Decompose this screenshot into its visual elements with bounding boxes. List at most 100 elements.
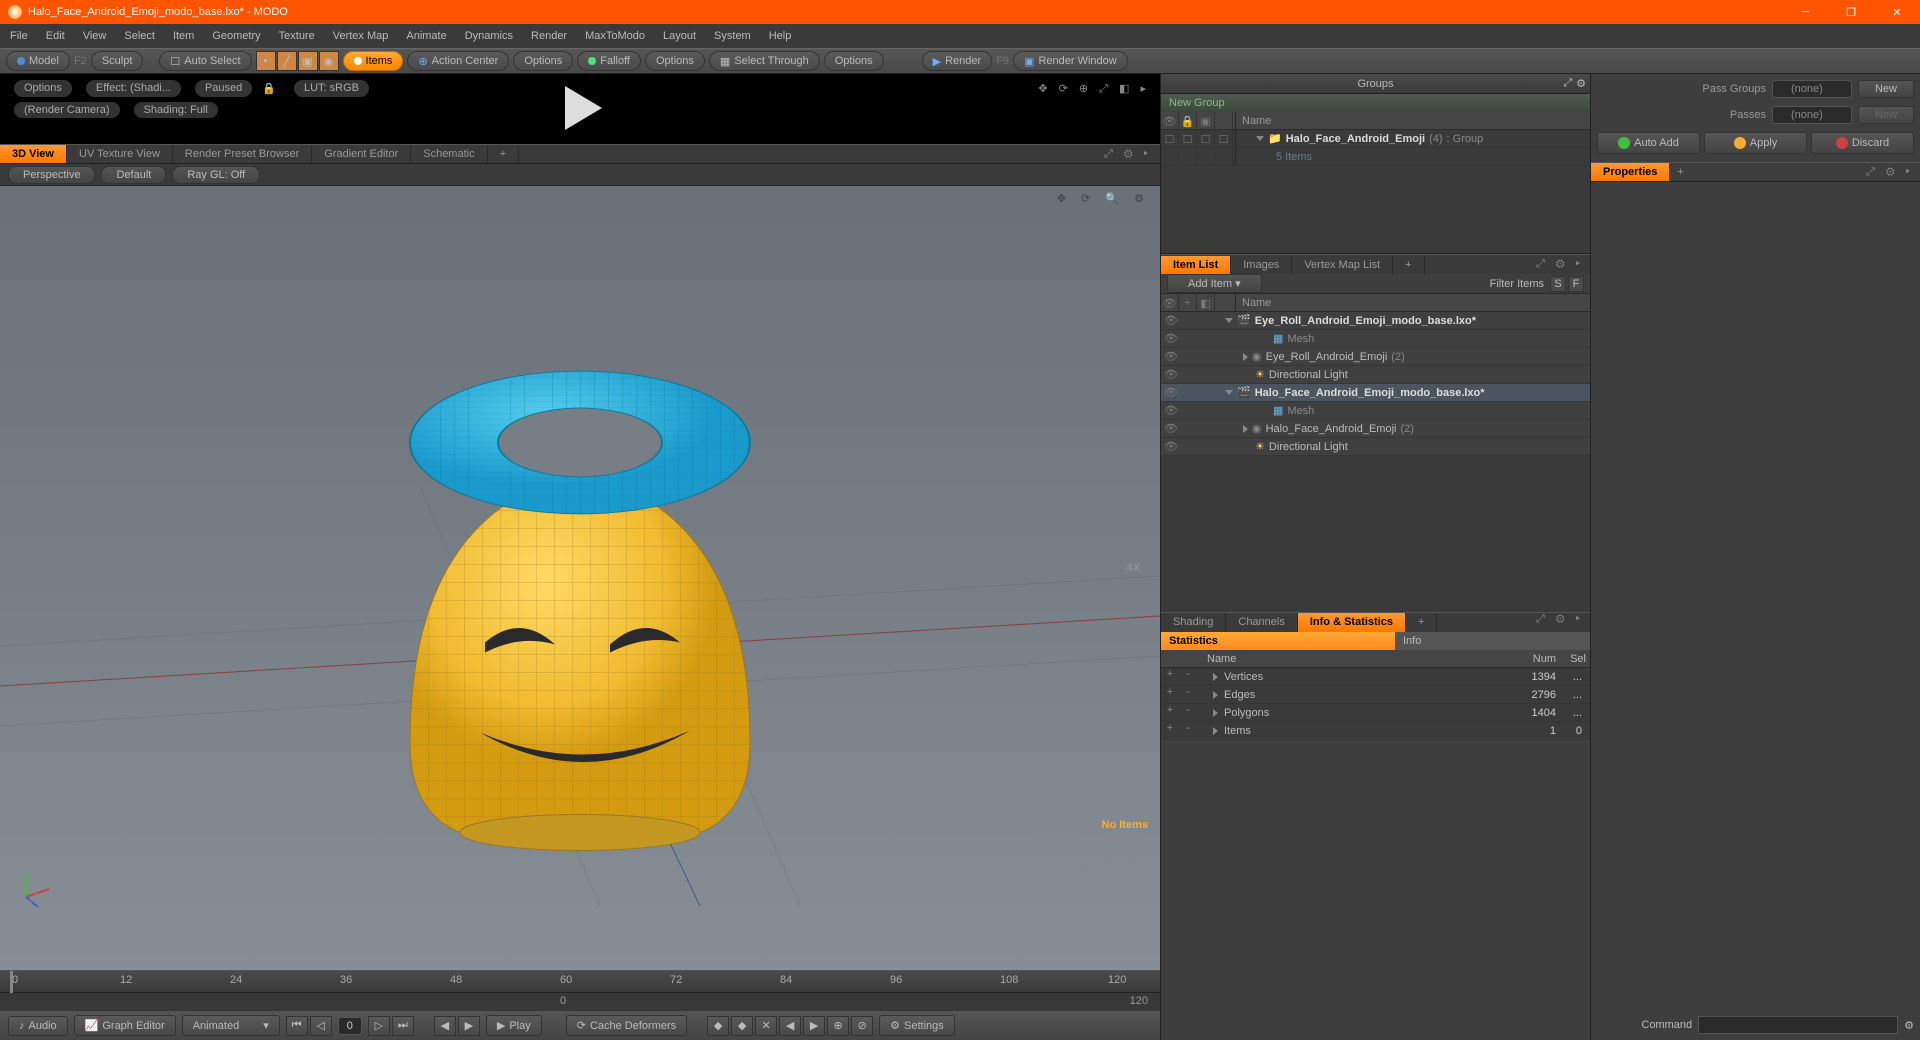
menu-view[interactable]: View	[83, 30, 107, 42]
item-row[interactable]: 👁☀Directional Light	[1161, 366, 1590, 384]
menu-file[interactable]: File	[10, 30, 28, 42]
color-col-icon[interactable]: ◧	[1197, 294, 1215, 312]
command-input[interactable]	[1698, 1016, 1898, 1034]
item-row[interactable]: 👁▦Mesh	[1161, 402, 1590, 420]
settings-button[interactable]: ⚙Settings	[879, 1015, 955, 1036]
additem-dropdown[interactable]: Add Item ▾	[1167, 274, 1262, 293]
view-raygl[interactable]: Ray GL: Off	[172, 166, 260, 184]
stat-row[interactable]: +-Items10	[1161, 722, 1590, 740]
menu-texture[interactable]: Texture	[279, 30, 315, 42]
material-mode-icon[interactable]: ◉	[319, 51, 339, 71]
close-button[interactable]: ✕	[1874, 0, 1920, 24]
selectthrough-button[interactable]: ▦Select Through	[709, 51, 820, 71]
animated-dropdown[interactable]: Animated▾	[182, 1015, 280, 1036]
view-default[interactable]: Default	[101, 166, 166, 184]
axis-widget[interactable]	[14, 869, 54, 912]
preview-lut[interactable]: LUT: sRGB	[294, 80, 369, 97]
menu-render[interactable]: Render	[531, 30, 567, 42]
tab-properties[interactable]: Properties	[1591, 163, 1669, 181]
tab-add[interactable]: +	[1669, 163, 1691, 181]
tab-add[interactable]: +	[1406, 613, 1437, 632]
menu-layout[interactable]: Layout	[663, 30, 696, 42]
autoselect-button[interactable]: ☐Auto Select	[159, 51, 251, 71]
items-button[interactable]: Items	[343, 51, 404, 71]
frame-input[interactable]: 0	[338, 1017, 362, 1035]
command-gear-icon[interactable]: ⚙	[1904, 1019, 1914, 1032]
preview-effect[interactable]: Effect: (Shadi...	[86, 80, 181, 97]
tab-infostats[interactable]: Info & Statistics	[1298, 613, 1406, 632]
stat-row[interactable]: +-Polygons1404...	[1161, 704, 1590, 722]
autoadd-button[interactable]: Auto Add	[1597, 132, 1700, 154]
3d-viewport[interactable]: ✥ ⟳ 🔍 ⚙	[0, 186, 1160, 970]
preview-camera[interactable]: (Render Camera)	[14, 102, 120, 118]
preview-toolbar-icons[interactable]: ✥ ⟳ ⊕ ⤢ ◧ ▸	[1038, 82, 1150, 96]
prop-icons[interactable]: ⤢ ⚙ ▸	[1860, 163, 1920, 181]
menu-item[interactable]: Item	[173, 30, 194, 42]
key-icon[interactable]: ◆	[707, 1016, 729, 1036]
passes-new[interactable]: New	[1858, 106, 1914, 124]
component-mode-icons[interactable]: ▪ ╱ ▣ ◉	[256, 51, 339, 71]
menu-select[interactable]: Select	[124, 30, 155, 42]
cachedeformers-button[interactable]: ⟳Cache Deformers	[566, 1015, 687, 1036]
expand-icon[interactable]: ⤢	[1563, 77, 1572, 90]
item-row[interactable]: 👁▦Mesh	[1161, 330, 1590, 348]
stat-row[interactable]: +-Edges2796...	[1161, 686, 1590, 704]
tab-itemlist[interactable]: Item List	[1161, 256, 1231, 274]
item-row[interactable]: 👁☀Directional Light	[1161, 438, 1590, 456]
itemlist-col-name[interactable]: Name	[1236, 294, 1590, 311]
discard-button[interactable]: Discard	[1811, 132, 1914, 154]
play-controls[interactable]: ◀▶	[434, 1016, 480, 1036]
edge-mode-icon[interactable]: ╱	[277, 51, 297, 71]
filter-f[interactable]: F	[1568, 276, 1584, 292]
passgroups-dropdown[interactable]: (none)	[1772, 80, 1852, 98]
menu-vertexmap[interactable]: Vertex Map	[333, 30, 389, 42]
renderwindow-button[interactable]: ▣Render Window	[1013, 51, 1128, 71]
vertex-mode-icon[interactable]: ▪	[256, 51, 276, 71]
play-button[interactable]: ▶Play	[486, 1015, 542, 1036]
lock-col-icon[interactable]: 🔒	[1179, 112, 1197, 130]
plus-col-icon[interactable]: +	[1179, 294, 1197, 312]
key-controls[interactable]: ◆◆✕◀▶⊕⊘	[707, 1016, 873, 1036]
stat-row[interactable]: +-Vertices1394...	[1161, 668, 1590, 686]
item-row[interactable]: 👁◉Halo_Face_Android_Emoji (2)	[1161, 420, 1590, 438]
menu-dynamics[interactable]: Dynamics	[465, 30, 513, 42]
tab-uv[interactable]: UV Texture View	[67, 145, 173, 163]
menu-system[interactable]: System	[714, 30, 751, 42]
item-row[interactable]: 👁🎬Eye_Roll_Android_Emoji_modo_base.lxo*	[1161, 312, 1590, 330]
render-button[interactable]: ▶Render	[922, 51, 993, 71]
tab-3dview[interactable]: 3D View	[0, 145, 67, 163]
menu-geometry[interactable]: Geometry	[212, 30, 260, 42]
eye-col-icon[interactable]: 👁	[1161, 294, 1179, 312]
options2-button[interactable]: Options	[645, 51, 705, 71]
group-row[interactable]: ☐☐☐☐ 📁Halo_Face_Android_Emoji (4) : Grou…	[1161, 130, 1590, 148]
eye-icon[interactable]: 👁	[1161, 112, 1179, 130]
preview-paused[interactable]: Paused	[195, 80, 252, 97]
tab-shading[interactable]: Shading	[1161, 613, 1226, 632]
tab-add[interactable]: +	[1393, 256, 1424, 274]
menu-edit[interactable]: Edit	[46, 30, 65, 42]
menu-help[interactable]: Help	[769, 30, 792, 42]
sculpt-button[interactable]: Sculpt	[91, 51, 144, 71]
options1-button[interactable]: Options	[513, 51, 573, 71]
model-button[interactable]: Model	[6, 51, 70, 71]
tab-vertexmaplist[interactable]: Vertex Map List	[1292, 256, 1393, 274]
group-subrow[interactable]: 5 Items	[1161, 148, 1590, 166]
info-tab[interactable]: Info	[1395, 632, 1590, 650]
tab-renderpreset[interactable]: Render Preset Browser	[173, 145, 312, 163]
passgroups-new[interactable]: New	[1858, 80, 1914, 98]
preview-play-button[interactable]	[550, 78, 610, 141]
col-name[interactable]: Name	[1236, 112, 1590, 129]
stats-icons[interactable]: ⤢ ⚙ ▸	[1536, 613, 1590, 632]
tab-channels[interactable]: Channels	[1226, 613, 1297, 632]
timeline[interactable]: 0 12 24 36 48 60 72 84 96 108 120 0 120	[0, 970, 1160, 1010]
item-row[interactable]: 👁◉Eye_Roll_Android_Emoji (2)	[1161, 348, 1590, 366]
stepback-controls[interactable]: ⏮◁	[286, 1016, 332, 1036]
lock-icon[interactable]: 🔒	[258, 80, 280, 97]
preview-shading[interactable]: Shading: Full	[134, 102, 218, 118]
midtab-icons[interactable]: ⤢ ⚙ ▸	[1536, 258, 1590, 271]
preview-options[interactable]: Options	[14, 80, 72, 97]
viewtabs-icons[interactable]: ⤢ ⚙ ▸	[1104, 148, 1160, 161]
passes-dropdown[interactable]: (none)	[1772, 106, 1852, 124]
falloff-button[interactable]: Falloff	[577, 51, 641, 71]
apply-button[interactable]: Apply	[1704, 132, 1807, 154]
